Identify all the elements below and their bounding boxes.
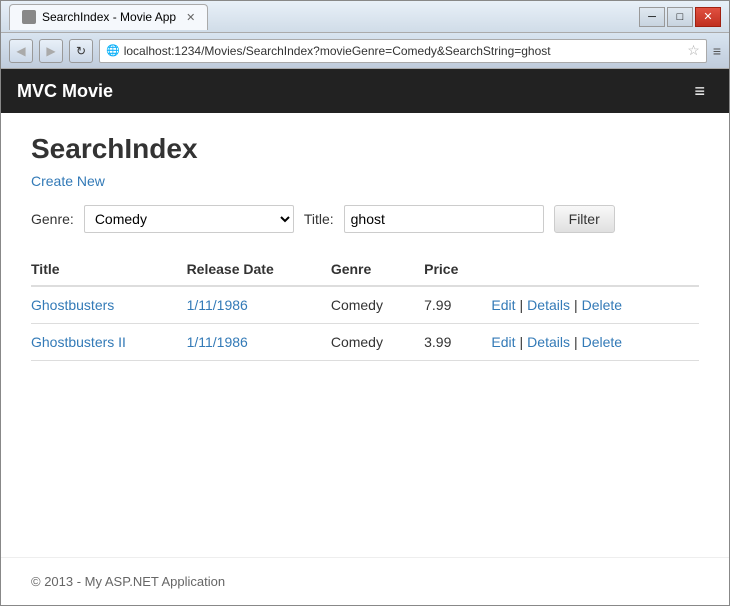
browser-menu-icon[interactable]: ≡ (713, 43, 721, 59)
refresh-button[interactable]: ↻ (69, 39, 93, 63)
browser-window: SearchIndex - Movie App ✕ ─ □ ✕ ◀ ▶ ↻ 🌐 … (0, 0, 730, 606)
action-separator: | (520, 297, 524, 313)
cell-release-date: 1/11/1986 (187, 324, 331, 361)
col-release-date: Release Date (187, 253, 331, 286)
window-controls: ─ □ ✕ (639, 7, 721, 27)
table-header: Title Release Date Genre Price (31, 253, 699, 286)
genre-select[interactable]: Comedy Drama Action Horror Sci-Fi (84, 205, 294, 233)
cell-price: 7.99 (424, 286, 491, 324)
bookmark-icon[interactable]: ☆ (687, 42, 700, 59)
table-header-row: Title Release Date Genre Price (31, 253, 699, 286)
address-lock-icon: 🌐 (106, 44, 120, 57)
filter-button[interactable]: Filter (554, 205, 615, 233)
browser-tab[interactable]: SearchIndex - Movie App ✕ (9, 4, 208, 30)
action-separator: | (574, 297, 578, 313)
app-content: MVC Movie ≡ SearchIndex Create New Genre… (1, 69, 729, 605)
tab-title: SearchIndex - Movie App (42, 10, 176, 24)
action-links: Edit | Details | Delete (491, 334, 687, 350)
create-new-link[interactable]: Create New (31, 173, 699, 189)
cell-genre: Comedy (331, 286, 424, 324)
tab-favicon (22, 10, 36, 24)
title-label: Title: (304, 211, 334, 227)
release-date-link[interactable]: 1/11/1986 (187, 334, 248, 350)
navbar-brand: MVC Movie (17, 81, 686, 102)
navbar: MVC Movie ≡ (1, 69, 729, 113)
navbar-toggle-button[interactable]: ≡ (686, 77, 713, 106)
title-bar: SearchIndex - Movie App ✕ ─ □ ✕ (1, 1, 729, 33)
address-input-wrap[interactable]: 🌐 localhost:1234/Movies/SearchIndex?movi… (99, 39, 707, 63)
main-content: SearchIndex Create New Genre: Comedy Dra… (1, 113, 729, 557)
action-separator: | (574, 334, 578, 350)
movies-table: Title Release Date Genre Price Ghostbust… (31, 253, 699, 361)
action-links: Edit | Details | Delete (491, 297, 687, 313)
col-genre: Genre (331, 253, 424, 286)
cell-actions: Edit | Details | Delete (491, 324, 699, 361)
release-date-link[interactable]: 1/11/1986 (187, 297, 248, 313)
action-separator: | (520, 334, 524, 350)
close-button[interactable]: ✕ (695, 7, 721, 27)
action-details-link[interactable]: Details (527, 297, 570, 313)
cell-title: Ghostbusters (31, 286, 187, 324)
action-edit-link[interactable]: Edit (491, 334, 515, 350)
footer: © 2013 - My ASP.NET Application (1, 557, 729, 605)
table-row: Ghostbusters 1/11/1986 Comedy7.99Edit | De… (31, 286, 699, 324)
col-actions (491, 253, 699, 286)
col-title: Title (31, 253, 187, 286)
back-button[interactable]: ◀ (9, 39, 33, 63)
col-price: Price (424, 253, 491, 286)
table-row: Ghostbusters II 1/11/1986 Comedy3.99Edit |… (31, 324, 699, 361)
filter-form: Genre: Comedy Drama Action Horror Sci-Fi… (31, 205, 699, 233)
action-delete-link[interactable]: Delete (582, 334, 622, 350)
genre-label: Genre: (31, 211, 74, 227)
forward-button[interactable]: ▶ (39, 39, 63, 63)
movie-title-link[interactable]: Ghostbusters II (31, 334, 126, 350)
address-url: localhost:1234/Movies/SearchIndex?movieG… (124, 44, 684, 58)
cell-title: Ghostbusters II (31, 324, 187, 361)
tab-close-btn[interactable]: ✕ (186, 11, 195, 24)
footer-text: © 2013 - My ASP.NET Application (31, 574, 225, 589)
cell-genre: Comedy (331, 324, 424, 361)
maximize-button[interactable]: □ (667, 7, 693, 27)
action-delete-link[interactable]: Delete (582, 297, 622, 313)
cell-price: 3.99 (424, 324, 491, 361)
address-bar: ◀ ▶ ↻ 🌐 localhost:1234/Movies/SearchInde… (1, 33, 729, 69)
page-title: SearchIndex (31, 133, 699, 165)
table-body: Ghostbusters 1/11/1986 Comedy7.99Edit | De… (31, 286, 699, 361)
cell-release-date: 1/11/1986 (187, 286, 331, 324)
minimize-button[interactable]: ─ (639, 7, 665, 27)
action-edit-link[interactable]: Edit (491, 297, 515, 313)
action-details-link[interactable]: Details (527, 334, 570, 350)
title-input[interactable] (344, 205, 544, 233)
movie-title-link[interactable]: Ghostbusters (31, 297, 114, 313)
cell-actions: Edit | Details | Delete (491, 286, 699, 324)
